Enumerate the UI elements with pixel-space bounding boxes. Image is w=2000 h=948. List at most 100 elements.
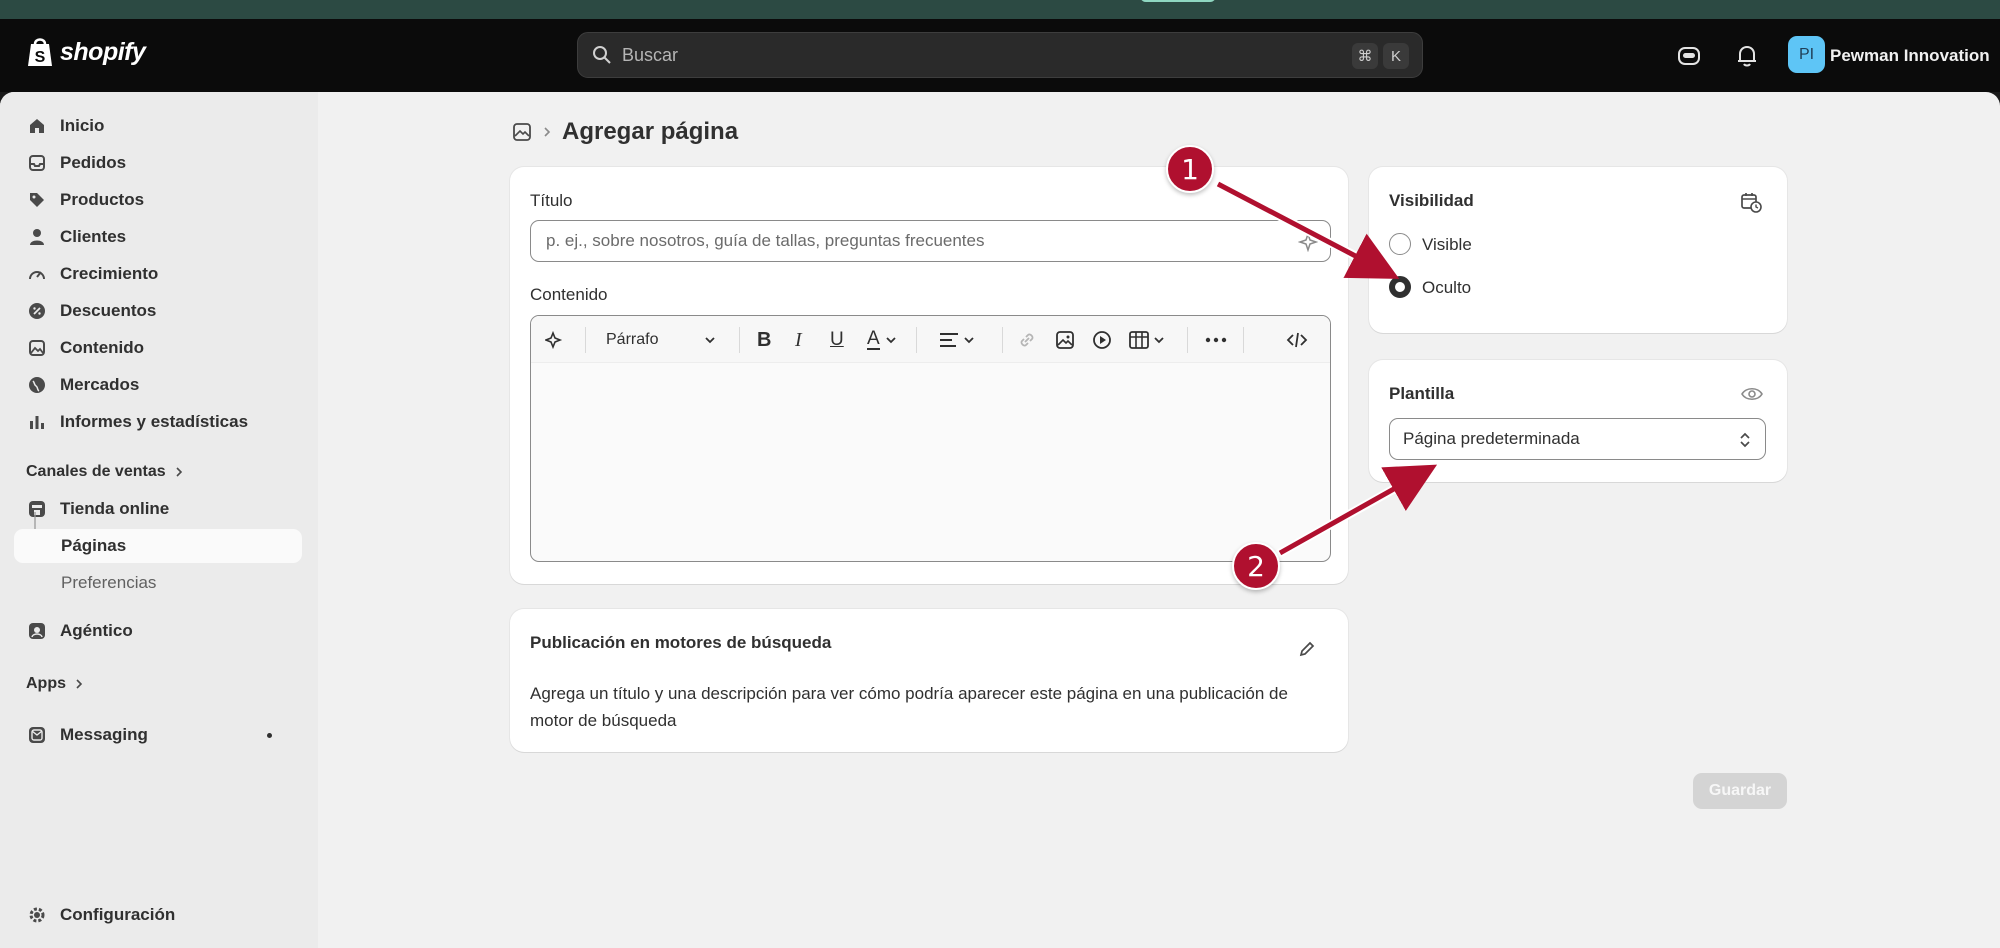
sidebar-item-label: Crecimiento	[60, 264, 159, 283]
toolbar-divider	[916, 327, 917, 353]
italic-icon[interactable]: I	[795, 328, 802, 352]
tag-icon	[26, 189, 48, 211]
link-icon[interactable]	[1017, 328, 1037, 352]
hidden-radio[interactable]	[1389, 276, 1411, 298]
search-bar[interactable]: Buscar ⌘ K	[577, 32, 1423, 78]
rich-text-editor[interactable]: Párrafo B I U A	[530, 315, 1331, 562]
title-label: Título	[530, 191, 573, 210]
toolbar-divider	[585, 327, 586, 353]
bold-icon[interactable]: B	[757, 328, 771, 352]
insert-table-icon[interactable]	[1129, 328, 1165, 352]
sidebar-item-label: Informes y estadísticas	[60, 412, 249, 431]
template-heading: Plantilla	[1389, 384, 1455, 403]
template-select-value: Página predeterminada	[1403, 429, 1580, 448]
calendar-clock-icon[interactable]	[1740, 191, 1762, 213]
magic-sparkle-icon[interactable]	[1298, 232, 1318, 252]
sidebar-item-label: Mercados	[60, 375, 140, 394]
visibility-heading: Visibilidad	[1389, 191, 1474, 210]
admin-shell: Inicio Pedidos Productos Clientes Crecim…	[0, 92, 2000, 948]
sidebar-item-productos[interactable]: Productos	[14, 183, 302, 217]
discount-icon	[26, 300, 48, 322]
shopify-logo[interactable]: S shopify	[26, 36, 146, 68]
pencil-icon[interactable]	[1297, 639, 1317, 659]
chevron-down-icon	[886, 337, 896, 344]
toolbar-divider	[1002, 327, 1003, 353]
sidebar-item-label: Páginas	[61, 536, 127, 555]
pages-icon[interactable]	[512, 122, 532, 142]
select-arrows-icon	[1740, 432, 1750, 448]
gauge-icon	[26, 263, 48, 285]
save-button[interactable]: Guardar	[1693, 773, 1787, 809]
sidebar-item-messaging[interactable]: Messaging	[14, 718, 302, 752]
chevron-right-icon	[76, 679, 83, 689]
person-icon	[26, 226, 48, 248]
sidebar-item-contenido[interactable]: Contenido	[14, 331, 302, 365]
search-placeholder: Buscar	[622, 44, 679, 65]
chevron-right-icon	[544, 127, 551, 137]
visible-option-label: Visible	[1422, 235, 1472, 254]
sidebar-item-clientes[interactable]: Clientes	[14, 220, 302, 254]
sidebar-item-crecimiento[interactable]: Crecimiento	[14, 257, 302, 291]
chevron-down-icon	[1154, 337, 1164, 344]
visibility-card: Visibilidad Visible Oculto	[1369, 167, 1787, 333]
sales-channels-label: Canales de ventas	[26, 463, 166, 480]
messaging-icon	[26, 724, 48, 746]
visible-radio[interactable]	[1389, 233, 1411, 255]
title-input[interactable]: p. ej., sobre nosotros, guía de tallas, …	[530, 220, 1331, 262]
sidebar-item-informes[interactable]: Informes y estadísticas	[14, 405, 302, 439]
globe-icon	[26, 374, 48, 396]
image-icon	[26, 337, 48, 359]
seo-description: Agrega un título y una descripción para …	[530, 684, 1288, 730]
text-color-icon[interactable]: A	[867, 328, 897, 352]
underline-icon[interactable]: U	[830, 328, 844, 352]
content-label: Contenido	[530, 285, 608, 304]
agentic-icon	[26, 620, 48, 642]
sidebar-item-mercados[interactable]: Mercados	[14, 368, 302, 402]
title-placeholder: p. ej., sobre nosotros, guía de tallas, …	[546, 231, 985, 250]
bar-chart-icon	[26, 411, 48, 433]
insert-video-icon[interactable]	[1092, 328, 1112, 352]
sidebar-item-label: Inicio	[60, 116, 105, 135]
shortcut-k-key: K	[1383, 43, 1409, 69]
top-bar: S shopify Buscar ⌘ K PI Pewman Innovatio…	[0, 19, 2000, 92]
chevron-down-icon	[964, 337, 974, 344]
sidebar-item-pedidos[interactable]: Pedidos	[14, 146, 302, 180]
code-view-icon[interactable]	[1286, 328, 1308, 352]
sidebar-item-paginas[interactable]: Páginas	[14, 529, 302, 563]
sidebar-item-descuentos[interactable]: Descuentos	[14, 294, 302, 328]
sales-channels-section[interactable]: Canales de ventas	[26, 463, 184, 481]
insert-image-icon[interactable]	[1055, 328, 1075, 352]
search-icon	[593, 46, 611, 64]
paragraph-style-select[interactable]: Párrafo	[606, 328, 716, 352]
sidebar-item-inicio[interactable]: Inicio	[14, 109, 302, 143]
sidebar-item-label: Contenido	[60, 338, 145, 357]
avatar[interactable]: PI	[1788, 36, 1825, 73]
more-options-icon[interactable]	[1205, 328, 1227, 352]
apps-section[interactable]: Apps	[26, 675, 84, 693]
toolbar-divider	[1243, 327, 1244, 353]
brand-wordmark: shopify	[60, 37, 146, 66]
strip-pill	[1140, 0, 1216, 2]
sidebar-item-agentico[interactable]: Agéntico	[14, 614, 302, 648]
hidden-option-label: Oculto	[1422, 278, 1472, 297]
sidebar-item-label: Configuración	[60, 905, 176, 924]
store-name[interactable]: Pewman Innovation	[1830, 46, 1990, 66]
notifications-button[interactable]	[1733, 42, 1761, 70]
shopping-bag-icon: S	[28, 38, 52, 66]
align-icon[interactable]	[939, 328, 975, 352]
editor-toolbar: Párrafo B I U A	[531, 316, 1330, 363]
sidekick-button[interactable]	[1675, 42, 1703, 70]
sidebar-item-label: Messaging	[60, 725, 148, 744]
template-select[interactable]: Página predeterminada	[1389, 418, 1766, 460]
eye-icon[interactable]	[1741, 386, 1763, 402]
gear-icon	[26, 904, 48, 926]
sidebar-item-configuracion[interactable]: Configuración	[14, 898, 302, 932]
top-strip	[0, 0, 2000, 19]
toolbar-divider	[739, 327, 740, 353]
sidebar-item-label: Pedidos	[60, 153, 127, 172]
sidebar-item-tienda-online[interactable]: Tienda online	[14, 492, 302, 526]
unread-dot	[267, 733, 272, 738]
magic-sparkle-icon[interactable]	[545, 328, 565, 352]
sidebar-item-preferencias[interactable]: Preferencias	[61, 573, 156, 593]
sidebar: Inicio Pedidos Productos Clientes Crecim…	[0, 92, 318, 948]
